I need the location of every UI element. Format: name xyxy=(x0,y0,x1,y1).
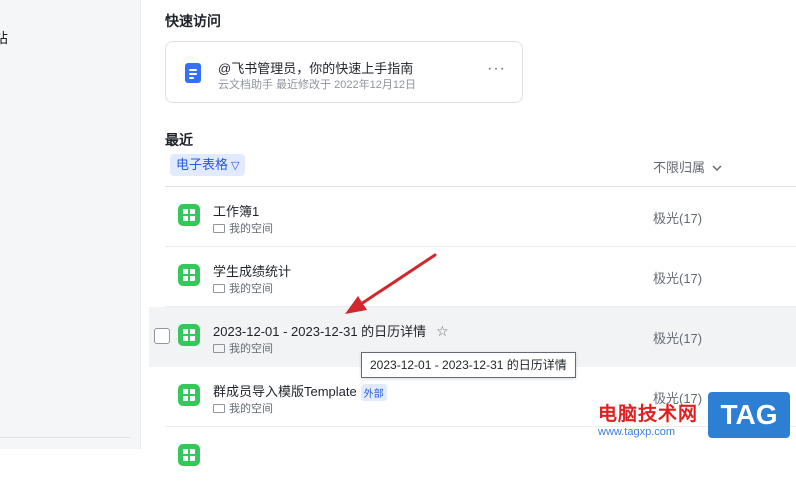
watermark-tag-logo: TAG xyxy=(708,392,790,438)
watermark-site-name: 电脑技术网 xyxy=(598,404,699,425)
watermark-url: www.tagxp.com xyxy=(598,426,676,438)
annotation-arrow-icon xyxy=(345,253,437,314)
